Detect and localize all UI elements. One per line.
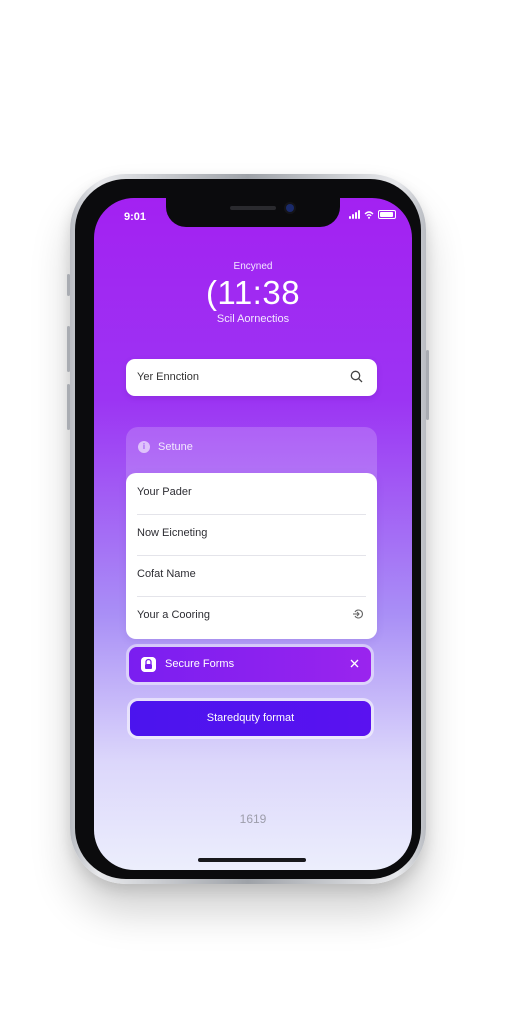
- lock-subtitle: Scil Aornectios: [216, 313, 290, 325]
- search-input[interactable]: Yer Ennction: [137, 371, 199, 383]
- search-icon[interactable]: [350, 370, 363, 383]
- secure-forms-button[interactable]: Secure Forms: [129, 647, 371, 682]
- volume-down-button: [67, 384, 70, 430]
- status-icons: [349, 210, 396, 219]
- battery-icon: [378, 210, 396, 219]
- form-row-label: Cofat Name: [137, 568, 196, 580]
- form-card: Your Pader Now Eicneting Cofat Name Your…: [126, 473, 377, 639]
- lock-icon: [141, 657, 156, 672]
- status-time: 9:01: [124, 211, 147, 223]
- phone-frame: 9:01 Encyned (11:38 Scil Aornectios Yer …: [67, 174, 429, 884]
- signal-icon: [349, 210, 360, 219]
- speaker-grille: [230, 206, 276, 210]
- search-field[interactable]: Yer Ennction: [126, 359, 377, 396]
- lock-clock: (11:38: [205, 274, 301, 311]
- primary-button[interactable]: Staredquty format: [130, 701, 371, 736]
- secure-section-title: Setune: [158, 441, 193, 453]
- secure-forms-label: Secure Forms: [165, 658, 235, 670]
- front-camera: [286, 204, 294, 212]
- volume-up-button: [67, 326, 70, 372]
- form-row[interactable]: Cofat Name: [137, 555, 366, 597]
- form-row[interactable]: Now Eicneting: [137, 514, 366, 556]
- home-indicator[interactable]: [198, 858, 306, 862]
- power-button: [426, 350, 429, 420]
- bezel: 9:01 Encyned (11:38 Scil Aornectios Yer …: [75, 179, 421, 879]
- lock-label: Encyned: [233, 261, 273, 272]
- form-row-label: Your Pader: [137, 486, 192, 498]
- form-row-label: Your a Cooring: [137, 609, 210, 621]
- wifi-icon: [364, 210, 374, 219]
- info-icon: i: [138, 441, 150, 453]
- form-row-label: Now Eicneting: [137, 527, 208, 539]
- page-number: 1619: [239, 812, 267, 826]
- arrow-icon[interactable]: [352, 608, 364, 620]
- form-row[interactable]: Your Pader: [137, 473, 366, 515]
- screen: 9:01 Encyned (11:38 Scil Aornectios Yer …: [94, 198, 412, 870]
- notch: [166, 198, 340, 227]
- close-icon[interactable]: [348, 657, 361, 670]
- form-row[interactable]: Your a Cooring: [137, 596, 366, 637]
- mute-switch: [67, 274, 70, 296]
